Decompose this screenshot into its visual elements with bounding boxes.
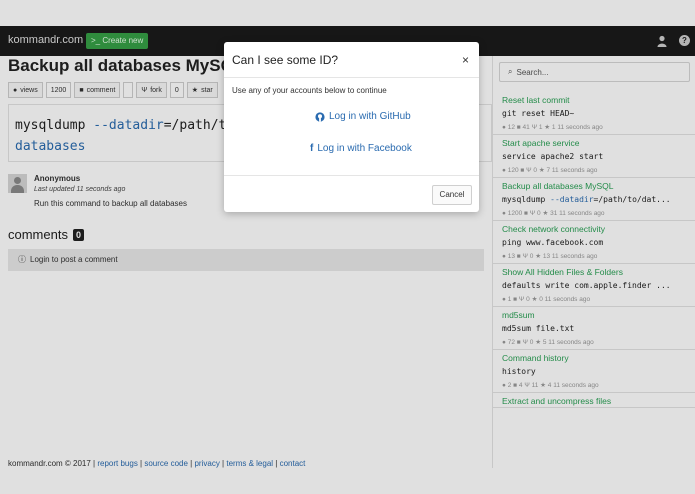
modal-description: Use any of your accounts below to contin… [232,86,387,95]
github-label: Log in with GitHub [329,111,411,122]
facebook-icon: f [310,143,314,154]
cancel-button[interactable]: Cancel [432,185,472,205]
close-icon[interactable]: × [462,53,469,67]
login-github-link[interactable]: Log in with GitHub [315,111,411,122]
login-facebook-link[interactable]: f Log in with Facebook [310,143,412,154]
modal-header: Can I see some ID? × [224,42,479,78]
page: kommandr.com >_ Create new ? Backup all … [0,0,695,494]
facebook-label: Log in with Facebook [317,143,412,154]
modal-body: Use any of your accounts below to contin… [224,78,479,176]
github-icon [315,111,325,122]
modal-title: Can I see some ID? [232,53,339,67]
login-modal: Can I see some ID? × Use any of your acc… [224,42,479,212]
